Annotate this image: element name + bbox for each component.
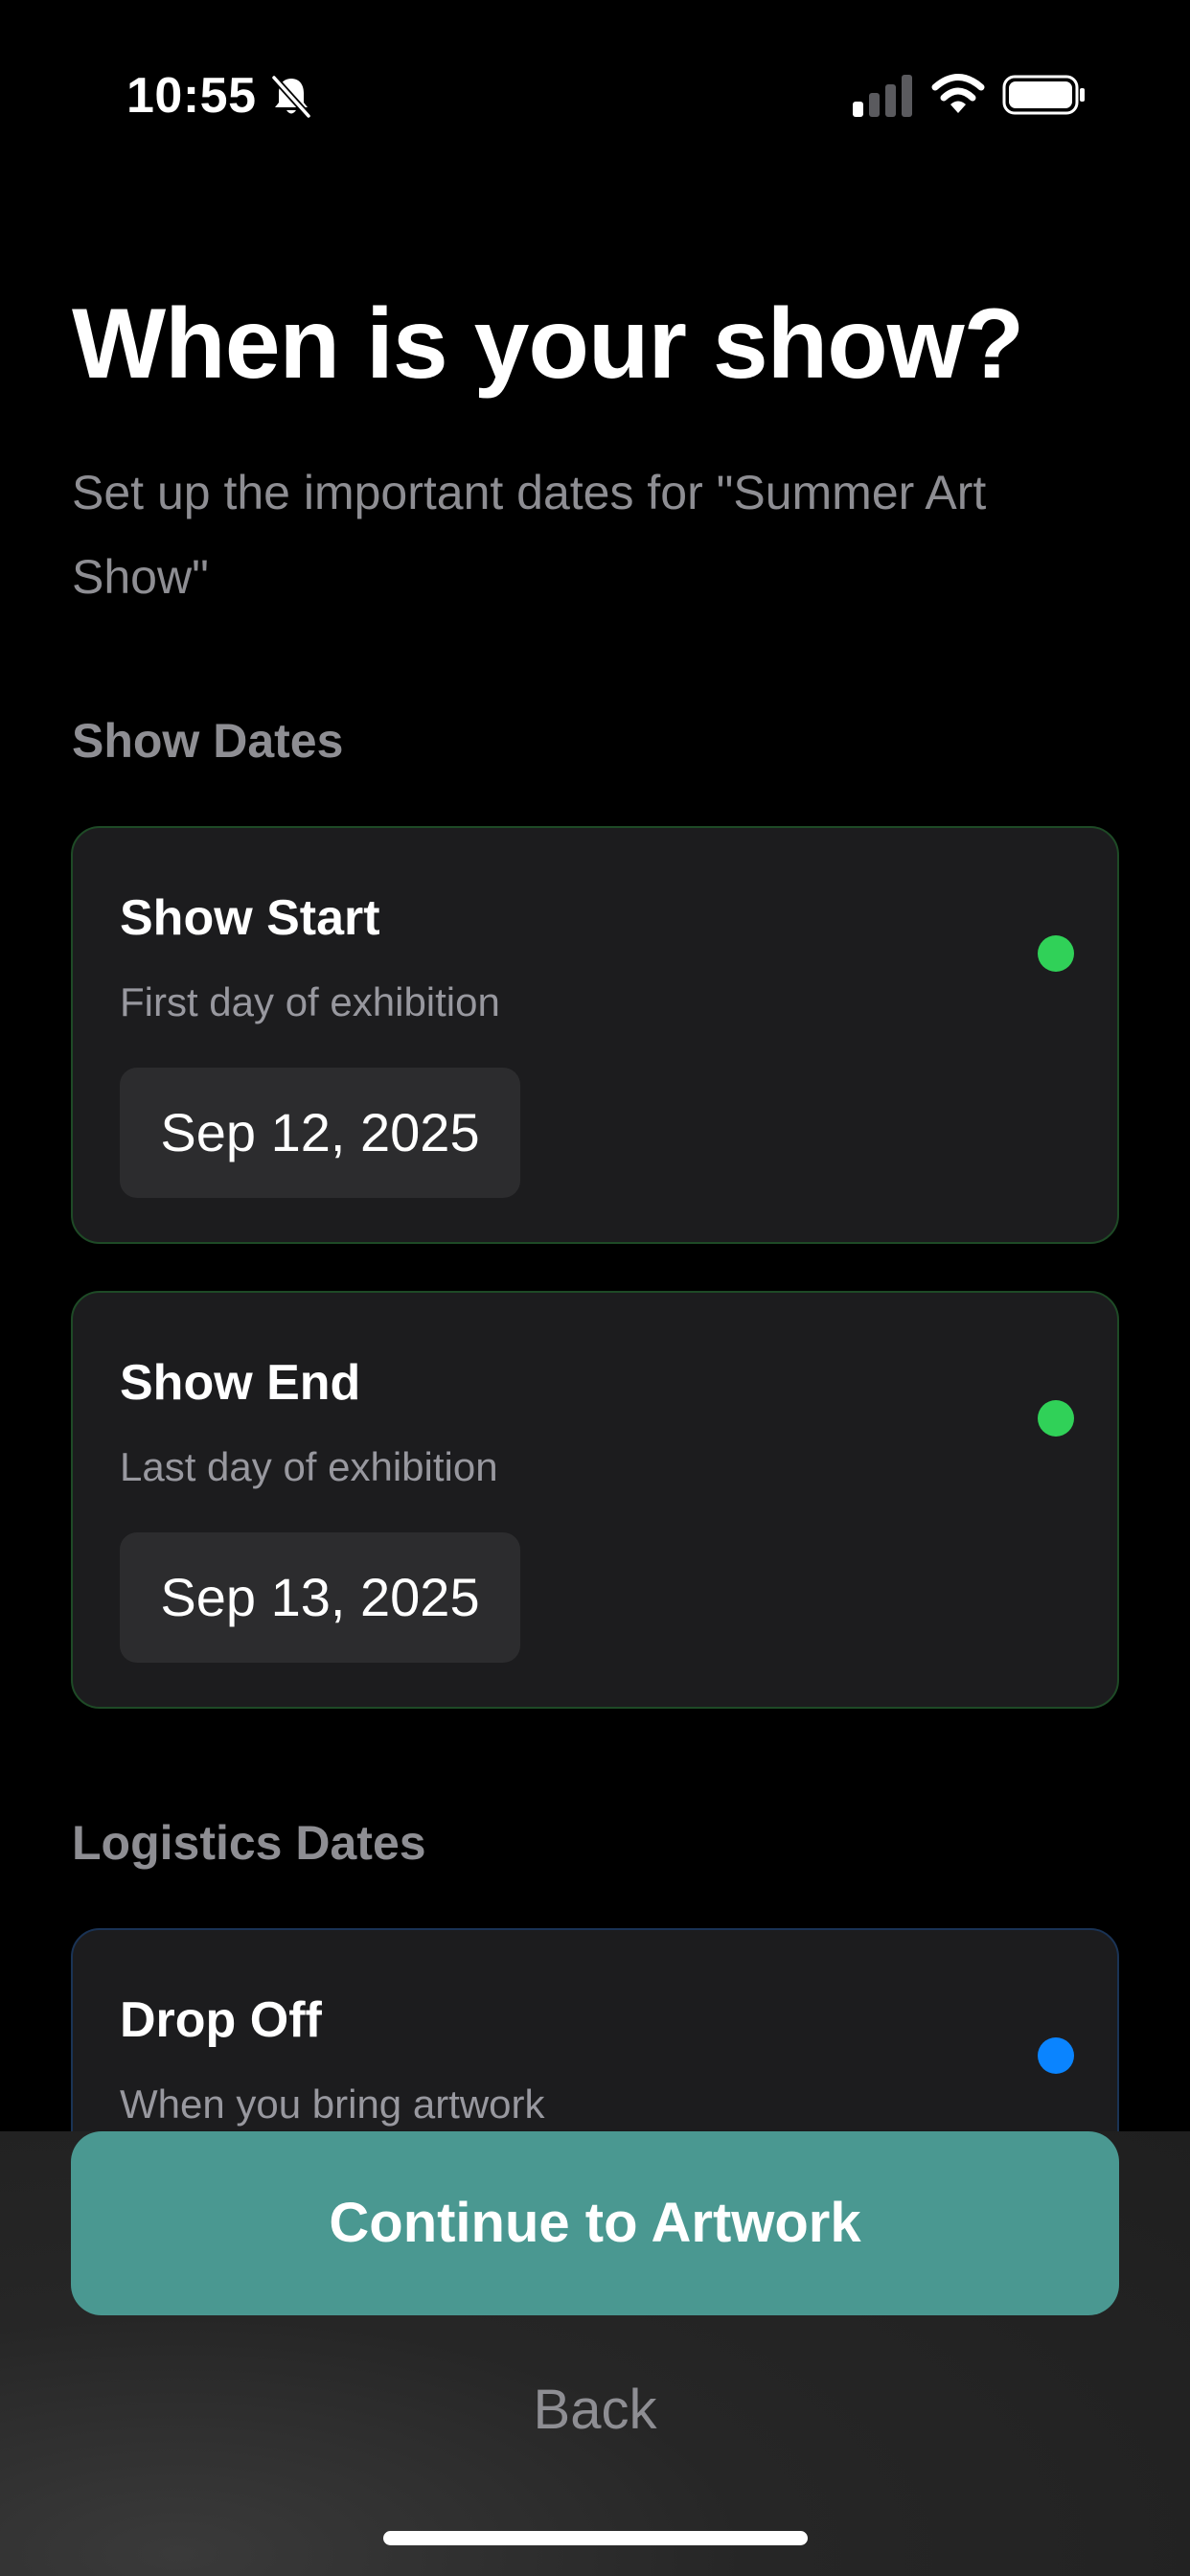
cellular-signal-icon [853,75,912,117]
page-subtitle: Set up the important dates for "Summer A… [72,466,987,604]
status-bar: 10:55 [0,0,1190,192]
card-description: Last day of exhibition [120,1444,498,1489]
section-label-show-dates: Show Dates [72,714,344,768]
card-description: When you bring artwork [120,2082,545,2127]
battery-icon [1002,75,1085,115]
show-start-date-picker[interactable]: Sep 12, 2025 [120,1068,520,1198]
status-dot [1038,935,1074,972]
wifi-icon [931,74,985,113]
status-dot [1038,1400,1074,1437]
show-end-card[interactable]: Show End Last day of exhibition Sep 13, … [71,1291,1119,1709]
show-start-card[interactable]: Show Start First day of exhibition Sep 1… [71,826,1119,1244]
page-title: When is your show? [72,288,1024,400]
back-button[interactable]: Back [0,2367,1190,2453]
card-description: First day of exhibition [120,979,500,1024]
show-end-date-picker[interactable]: Sep 13, 2025 [120,1532,520,1663]
continue-to-artwork-button[interactable]: Continue to Artwork [71,2131,1119,2315]
screen: 10:55 When is your show? Set up the impo… [0,0,1190,2576]
card-title: Show End [120,1355,361,1411]
section-label-logistics-dates: Logistics Dates [72,1816,426,1870]
card-title: Show Start [120,890,380,946]
status-dot [1038,2037,1074,2074]
home-indicator [383,2531,808,2545]
card-title: Drop Off [120,1992,322,2048]
status-time: 10:55 [126,68,257,124]
bell-slash-icon [271,75,311,119]
